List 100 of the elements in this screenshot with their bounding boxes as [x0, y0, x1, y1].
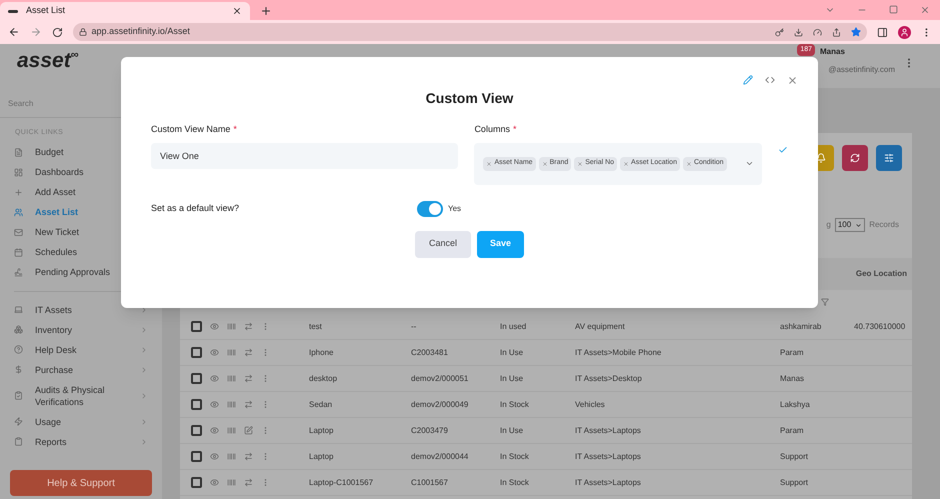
filter-icon[interactable]: [821, 298, 829, 306]
table-cell: IT Assets>Laptops: [575, 478, 641, 486]
row-checkbox[interactable]: [191, 399, 202, 410]
remove-icon[interactable]: [486, 160, 492, 166]
cancel-button[interactable]: Cancel: [415, 230, 471, 258]
chevron-icon: [140, 346, 148, 354]
browser-tab[interactable]: Asset List: [0, 2, 250, 20]
barcode-icon[interactable]: [227, 426, 236, 435]
row-checkbox[interactable]: [191, 373, 202, 384]
view-icon[interactable]: [210, 452, 219, 461]
settings-button[interactable]: [876, 145, 902, 171]
edit-icon[interactable]: [743, 75, 753, 85]
refresh-icon: [850, 153, 860, 163]
sidebar-item[interactable]: New Ticket: [0, 222, 162, 242]
close-tab-icon[interactable]: [232, 6, 242, 16]
transfer-icon[interactable]: [244, 478, 253, 487]
remove-icon[interactable]: [686, 160, 692, 166]
barcode-icon[interactable]: [227, 348, 236, 357]
view-icon[interactable]: [210, 374, 219, 383]
transfer-icon[interactable]: [244, 374, 253, 383]
confirm-check-icon[interactable]: [778, 145, 788, 155]
table-cell: ashkamirab: [780, 322, 822, 330]
table-cell: IT Assets>Desktop: [575, 374, 642, 382]
chevron-icon: [140, 392, 148, 400]
table-cell: demov2/000051: [411, 374, 468, 382]
dropdown-chevron-icon: [745, 159, 754, 168]
logo: asset∞: [16, 48, 80, 74]
back-icon[interactable]: [8, 26, 20, 38]
row-checkbox[interactable]: [191, 477, 202, 488]
table-cell: In Stock: [500, 452, 529, 460]
row-checkbox[interactable]: [191, 425, 202, 436]
transfer-icon[interactable]: [244, 348, 253, 357]
new-tab-icon[interactable]: [260, 5, 272, 17]
help-icon: [14, 345, 23, 354]
barcode-icon[interactable]: [227, 452, 236, 461]
sidebar-item[interactable]: Audits & Physical Verifications: [0, 380, 162, 412]
user-name: Manas: [820, 46, 846, 58]
table-cell: IT Assets>Laptops: [575, 426, 641, 434]
barcode-icon[interactable]: [227, 374, 236, 383]
sidebar-item[interactable]: Add Asset: [0, 182, 162, 202]
share-icon[interactable]: [832, 28, 842, 36]
input-field[interactable]: View One: [151, 142, 458, 168]
code-icon[interactable]: [765, 75, 775, 85]
url-field[interactable]: app.assetinfinity.io/Asset: [72, 23, 868, 41]
sidebar-item[interactable]: Inventory: [0, 320, 162, 340]
forward-icon[interactable]: [30, 26, 42, 38]
profile-avatar-icon[interactable]: [898, 26, 912, 38]
remove-icon[interactable]: [577, 160, 584, 166]
row-checkbox[interactable]: [191, 321, 202, 332]
sidebar-item[interactable]: Schedules: [0, 242, 162, 262]
view-icon[interactable]: [210, 478, 219, 487]
download-icon[interactable]: [794, 28, 804, 36]
close-window-icon[interactable]: [920, 5, 930, 15]
sidebar-item[interactable]: Reports: [0, 432, 162, 452]
transfer-icon[interactable]: [244, 400, 253, 409]
remove-icon[interactable]: [542, 160, 548, 166]
page-size-select[interactable]: 100: [834, 218, 866, 232]
clipboard-icon: [14, 437, 23, 446]
favicon-icon: [8, 10, 18, 12]
table-cell: desktop: [309, 374, 338, 382]
sidebar-item[interactable]: IT Assets: [0, 300, 162, 320]
calendar-icon: [14, 248, 23, 257]
key-icon[interactable]: [775, 28, 784, 36]
table-cell: In Use: [500, 426, 524, 434]
required-mark: *: [512, 123, 516, 136]
maximize-icon[interactable]: [889, 5, 898, 14]
side-panel-icon[interactable]: [877, 26, 888, 38]
sidebar-item[interactable]: Usage: [0, 412, 162, 432]
table-cell: C2003481: [411, 348, 448, 356]
row-checkbox[interactable]: [191, 451, 202, 462]
edit-icon[interactable]: [244, 426, 253, 435]
table-cell: C1001567: [411, 478, 448, 486]
bookmark-star-icon[interactable]: [851, 27, 862, 37]
default-view-toggle[interactable]: [417, 200, 443, 216]
table-cell: In used: [500, 322, 526, 330]
table-cell: test: [309, 322, 322, 330]
view-icon[interactable]: [210, 426, 219, 435]
sidebar-item[interactable]: Help Desk: [0, 340, 162, 360]
barcode-icon[interactable]: [227, 478, 236, 487]
close-icon[interactable]: [787, 75, 798, 86]
view-icon[interactable]: [210, 322, 219, 331]
gauge-icon[interactable]: [813, 28, 822, 36]
table-cell: In Stock: [500, 478, 529, 486]
table-cell: 40.730610000: [854, 322, 906, 330]
barcode-icon[interactable]: [227, 400, 236, 409]
sidebar-item[interactable]: Pending Approvals: [0, 262, 162, 282]
transfer-icon[interactable]: [244, 322, 253, 331]
help-support-button[interactable]: Help & Support: [10, 470, 152, 496]
reload-icon[interactable]: [52, 26, 63, 38]
view-icon[interactable]: [210, 348, 219, 357]
table-cell: Param: [780, 348, 804, 356]
sidebar-item[interactable]: Purchase: [0, 360, 162, 380]
table-cell: Iphone: [309, 348, 334, 356]
barcode-icon[interactable]: [227, 322, 236, 331]
dashboard-icon: [14, 168, 23, 177]
remove-icon[interactable]: [623, 160, 630, 166]
refresh-button[interactable]: [842, 145, 868, 171]
row-checkbox[interactable]: [191, 347, 202, 358]
transfer-icon[interactable]: [244, 452, 253, 461]
view-icon[interactable]: [210, 400, 219, 409]
